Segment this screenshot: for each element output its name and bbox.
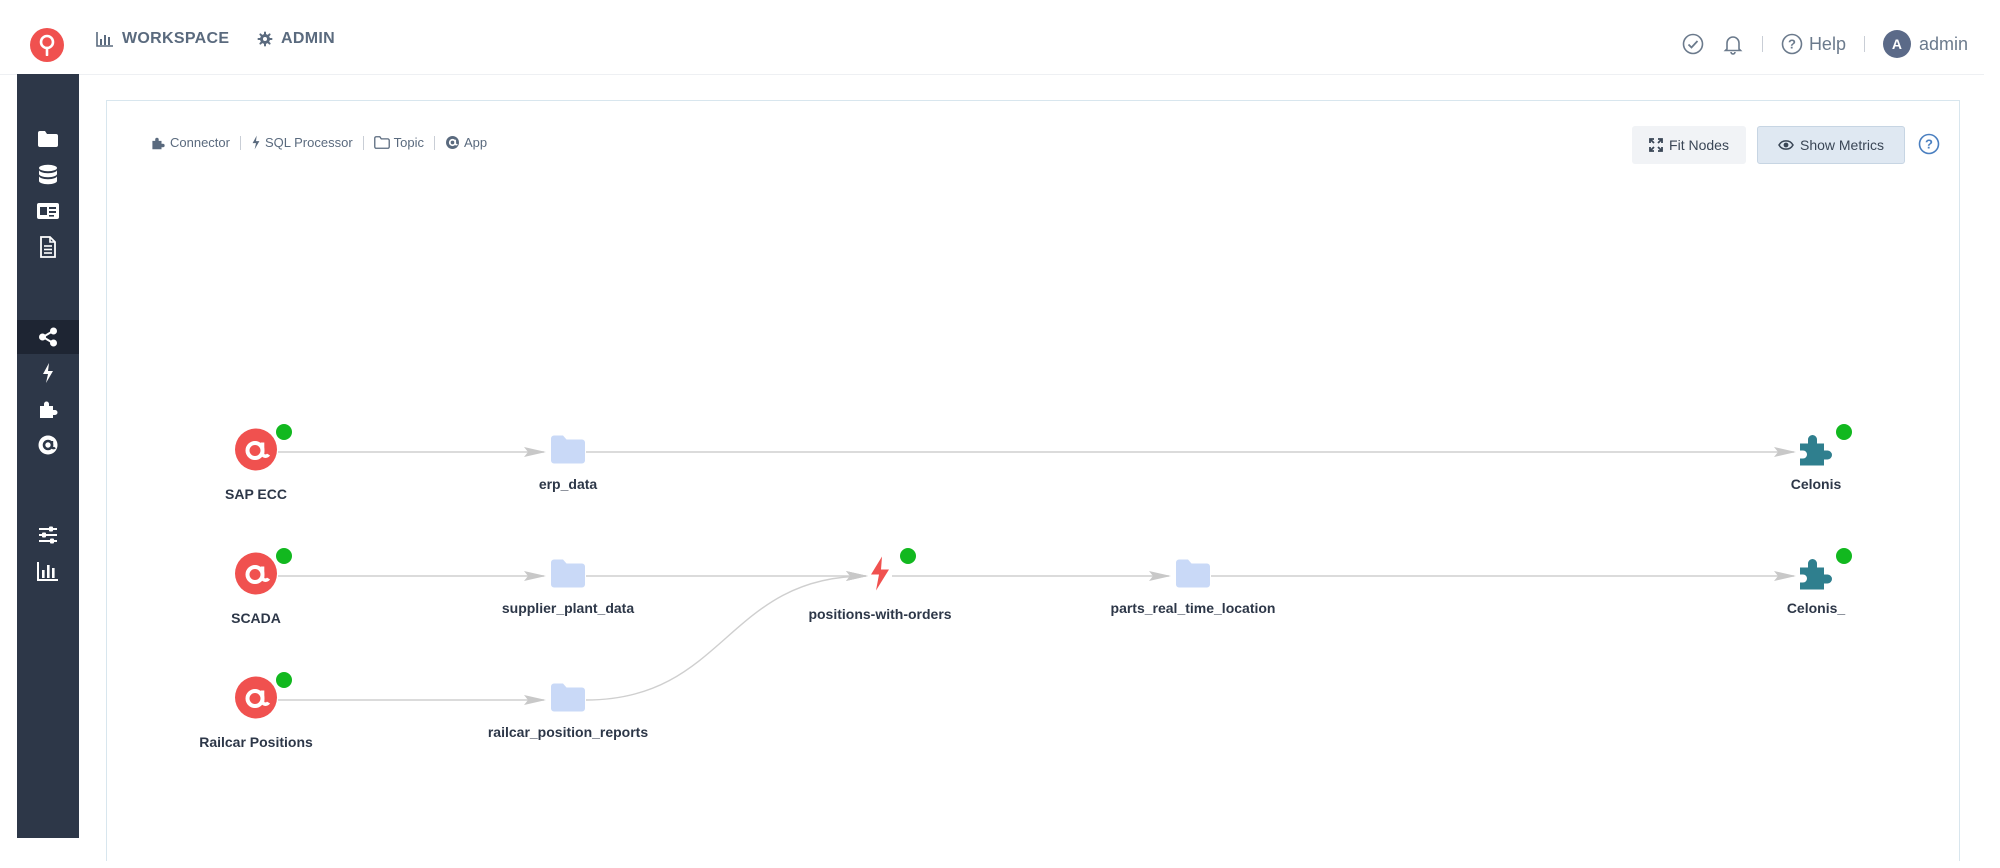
node-label: erp_data [538, 476, 598, 492]
node-label: SCADA [231, 610, 281, 626]
topic-node-icon [551, 559, 585, 588]
node-label: supplier_plant_data [501, 600, 635, 616]
status-indicator [1836, 424, 1852, 440]
status-indicator [276, 548, 292, 564]
status-indicator [276, 424, 292, 440]
edge-railcar-position-reports-to-positions-with-orders [585, 571, 868, 701]
processor-node-icon [871, 556, 889, 591]
connector-node-icon [1800, 559, 1832, 590]
node-supplier-plant-data[interactable] [550, 559, 586, 594]
topic-node-icon [1176, 559, 1210, 588]
node-label: SAP ECC [225, 486, 287, 502]
node-parts-real-time-location[interactable] [1175, 559, 1211, 594]
node-celonis-2[interactable] [1796, 556, 1836, 597]
topic-node-icon [551, 683, 585, 712]
app-node-icon [235, 676, 277, 719]
node-sap-ecc[interactable] [234, 428, 278, 477]
status-indicator [1836, 548, 1852, 564]
node-label: Celonis_ [1786, 600, 1846, 616]
status-indicator [276, 672, 292, 688]
node-celonis[interactable] [1796, 432, 1836, 473]
status-indicator [900, 548, 916, 564]
node-label: positions-with-orders [808, 606, 952, 622]
app-node-icon [235, 428, 277, 471]
connector-node-icon [1800, 435, 1832, 466]
node-label: Railcar Positions [199, 734, 313, 750]
node-positions-with-orders[interactable] [868, 556, 892, 597]
node-label: railcar_position_reports [487, 724, 649, 740]
node-railcar-position-reports[interactable] [550, 683, 586, 718]
node-erp-data[interactable] [550, 435, 586, 470]
node-label: Celonis [1790, 476, 1842, 492]
node-railcar-positions[interactable] [234, 676, 278, 725]
app-node-icon [235, 552, 277, 595]
node-label: parts_real_time_location [1110, 600, 1276, 616]
topic-node-icon [551, 435, 585, 464]
node-scada[interactable] [234, 552, 278, 601]
